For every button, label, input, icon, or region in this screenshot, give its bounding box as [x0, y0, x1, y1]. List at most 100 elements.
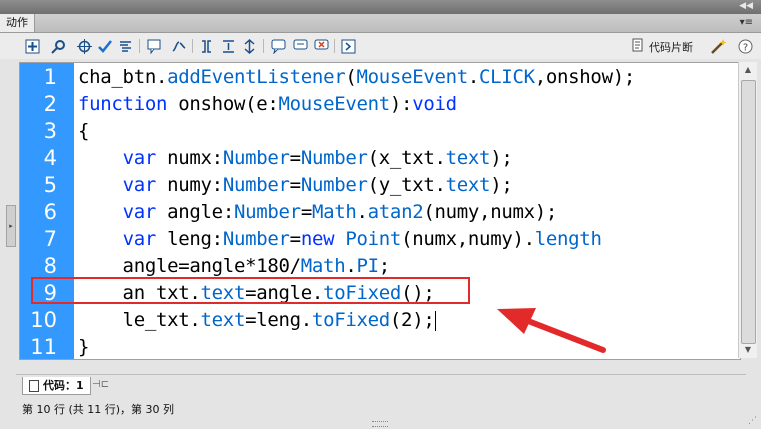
- code-hint-icon[interactable]: [146, 38, 163, 55]
- code-snippets-label: 代码片断: [649, 40, 693, 54]
- status-bar: 第 10 行 (共 11 行)，第 30 列: [22, 403, 175, 416]
- code-line[interactable]: 6 var angle:Number=Math.atan2(numy,numx)…: [20, 199, 740, 226]
- code-token: Math: [300, 255, 346, 277]
- apply-block-comment-icon[interactable]: [270, 38, 287, 55]
- show-hide-toolbox-icon[interactable]: [340, 38, 357, 55]
- panel-titlebar[interactable]: ◀◀: [0, 0, 761, 14]
- code-text: var leng:Number=new Point(numx,numy).len…: [78, 226, 602, 253]
- code-token: numx:: [155, 147, 223, 169]
- code-token: (numy,numx);: [423, 201, 558, 223]
- line-number: 1: [43, 65, 57, 89]
- document-icon: [29, 379, 39, 392]
- code-line[interactable]: 2 function onshow(e:MouseEvent):void: [20, 91, 740, 118]
- expand-all-icon[interactable]: [241, 38, 258, 55]
- code-token: function: [78, 93, 168, 115]
- apply-line-comment-icon[interactable]: [292, 38, 309, 55]
- code-token: void: [412, 93, 457, 115]
- actions-panel: ◀◀ 动作 ▾≡ 代码片断 ? ▸ 1 cha_btn.addEventList…: [0, 0, 761, 429]
- toolbox-collapse-handle[interactable]: ▸: [6, 205, 16, 247]
- line-number: 4: [43, 146, 57, 170]
- line-number: 10: [30, 308, 57, 332]
- code-token: addEventListener: [167, 66, 346, 88]
- actions-toolbar: 代码片断 ?: [0, 33, 761, 59]
- line-number: 5: [43, 173, 57, 197]
- code-line[interactable]: 3{: [20, 118, 740, 145]
- panel-tab-row: 动作 ▾≡: [0, 14, 761, 33]
- code-token: onshow(e:: [167, 93, 279, 115]
- code-line[interactable]: 4 var numx:Number=Number(x_txt.text);: [20, 145, 740, 172]
- code-text: var angle:Number=Math.atan2(numy,numx);: [78, 199, 558, 226]
- code-text: {: [78, 118, 89, 145]
- code-token: =: [289, 228, 301, 250]
- code-text: function onshow(e:MouseEvent):void: [78, 91, 457, 118]
- line-number: 11: [30, 335, 57, 359]
- code-text: var numy:Number=Number(y_txt.text);: [78, 172, 513, 199]
- code-token: PI: [356, 255, 379, 277]
- code-token: cha_btn.: [78, 66, 168, 88]
- code-line[interactable]: 7 var leng:Number=new Point(numx,numy).l…: [20, 226, 740, 253]
- tab-code[interactable]: 代码：1: [22, 377, 91, 395]
- check-syntax-icon[interactable]: [96, 38, 113, 55]
- resize-grip[interactable]: [372, 421, 388, 427]
- code-text: }: [78, 334, 89, 361]
- toolbar-separator: [334, 39, 335, 53]
- code-token: (numx,numy).: [401, 228, 535, 250]
- code-token: .: [345, 255, 357, 277]
- code-token: =: [289, 147, 301, 169]
- code-token: numy:: [155, 174, 223, 196]
- find-icon[interactable]: [50, 38, 67, 55]
- script-editor[interactable]: 1 cha_btn.addEventListener(MouseEvent.CLI…: [19, 62, 741, 360]
- line-number: 6: [43, 200, 57, 224]
- code-text: angle=angle*180/Math.PI;: [78, 253, 391, 280]
- code-token: .: [467, 66, 480, 88]
- scroll-down-icon[interactable]: ▼: [739, 342, 757, 358]
- code-token: var: [122, 174, 157, 196]
- code-lines: 1 cha_btn.addEventListener(MouseEvent.CLI…: [20, 64, 740, 361]
- help-icon[interactable]: ?: [737, 38, 754, 55]
- auto-format-icon[interactable]: [117, 38, 134, 55]
- add-icon[interactable]: [24, 38, 41, 55]
- wand-icon[interactable]: [710, 38, 727, 55]
- target-icon[interactable]: [76, 38, 93, 55]
- code-token: .: [356, 201, 368, 223]
- collapse-braces-icon[interactable]: [198, 38, 215, 55]
- resize-corner-icon[interactable]: ⋰: [748, 416, 757, 426]
- pin-script-icon[interactable]: ⊣⊏: [92, 379, 109, 390]
- code-snippets-button[interactable]: 代码片断: [632, 38, 693, 55]
- code-line[interactable]: 8 angle=angle*180/Math.PI;: [20, 253, 740, 280]
- vertical-scrollbar[interactable]: ▲ ▼: [738, 62, 757, 358]
- code-token: length: [534, 228, 602, 250]
- code-token: (x_txt.: [367, 147, 446, 169]
- code-line[interactable]: 1 cha_btn.addEventListener(MouseEvent.CLI…: [20, 64, 740, 91]
- code-token: text: [445, 174, 491, 196]
- collapse-selection-icon[interactable]: [220, 38, 237, 55]
- code-token: );: [490, 147, 513, 169]
- scroll-up-icon[interactable]: ▲: [739, 62, 757, 78]
- code-line[interactable]: 11}: [20, 334, 740, 361]
- highlight-box: [31, 277, 470, 304]
- collapse-panel-icon[interactable]: ◀◀: [739, 1, 753, 11]
- code-token: Number: [233, 201, 301, 223]
- code-token: ,onshow);: [534, 66, 636, 88]
- tab-actions[interactable]: 动作: [0, 14, 35, 32]
- code-token: Number: [222, 228, 290, 250]
- code-token: (: [345, 66, 357, 88]
- toolbar-separator: [139, 39, 140, 53]
- tab-code-label: 代码：1: [43, 379, 84, 392]
- debug-options-icon[interactable]: [170, 38, 187, 55]
- svg-text:?: ?: [743, 43, 748, 54]
- code-line[interactable]: 5 var numy:Number=Number(y_txt.text);: [20, 172, 740, 199]
- scrollbar-thumb[interactable]: [741, 80, 756, 344]
- code-text: var numx:Number=Number(x_txt.text);: [78, 145, 513, 172]
- remove-comment-icon[interactable]: [313, 38, 330, 55]
- code-token: ;: [378, 255, 390, 277]
- code-token: angle:: [155, 201, 234, 223]
- code-snippets-icon: [632, 38, 645, 55]
- code-line[interactable]: 10 le_txt.text=leng.toFixed(2);: [20, 307, 740, 334]
- code-token: var: [122, 201, 157, 223]
- panel-menu-icon[interactable]: ▾≡: [740, 15, 753, 31]
- code-token: ):: [389, 93, 413, 115]
- line-number: 3: [43, 119, 57, 143]
